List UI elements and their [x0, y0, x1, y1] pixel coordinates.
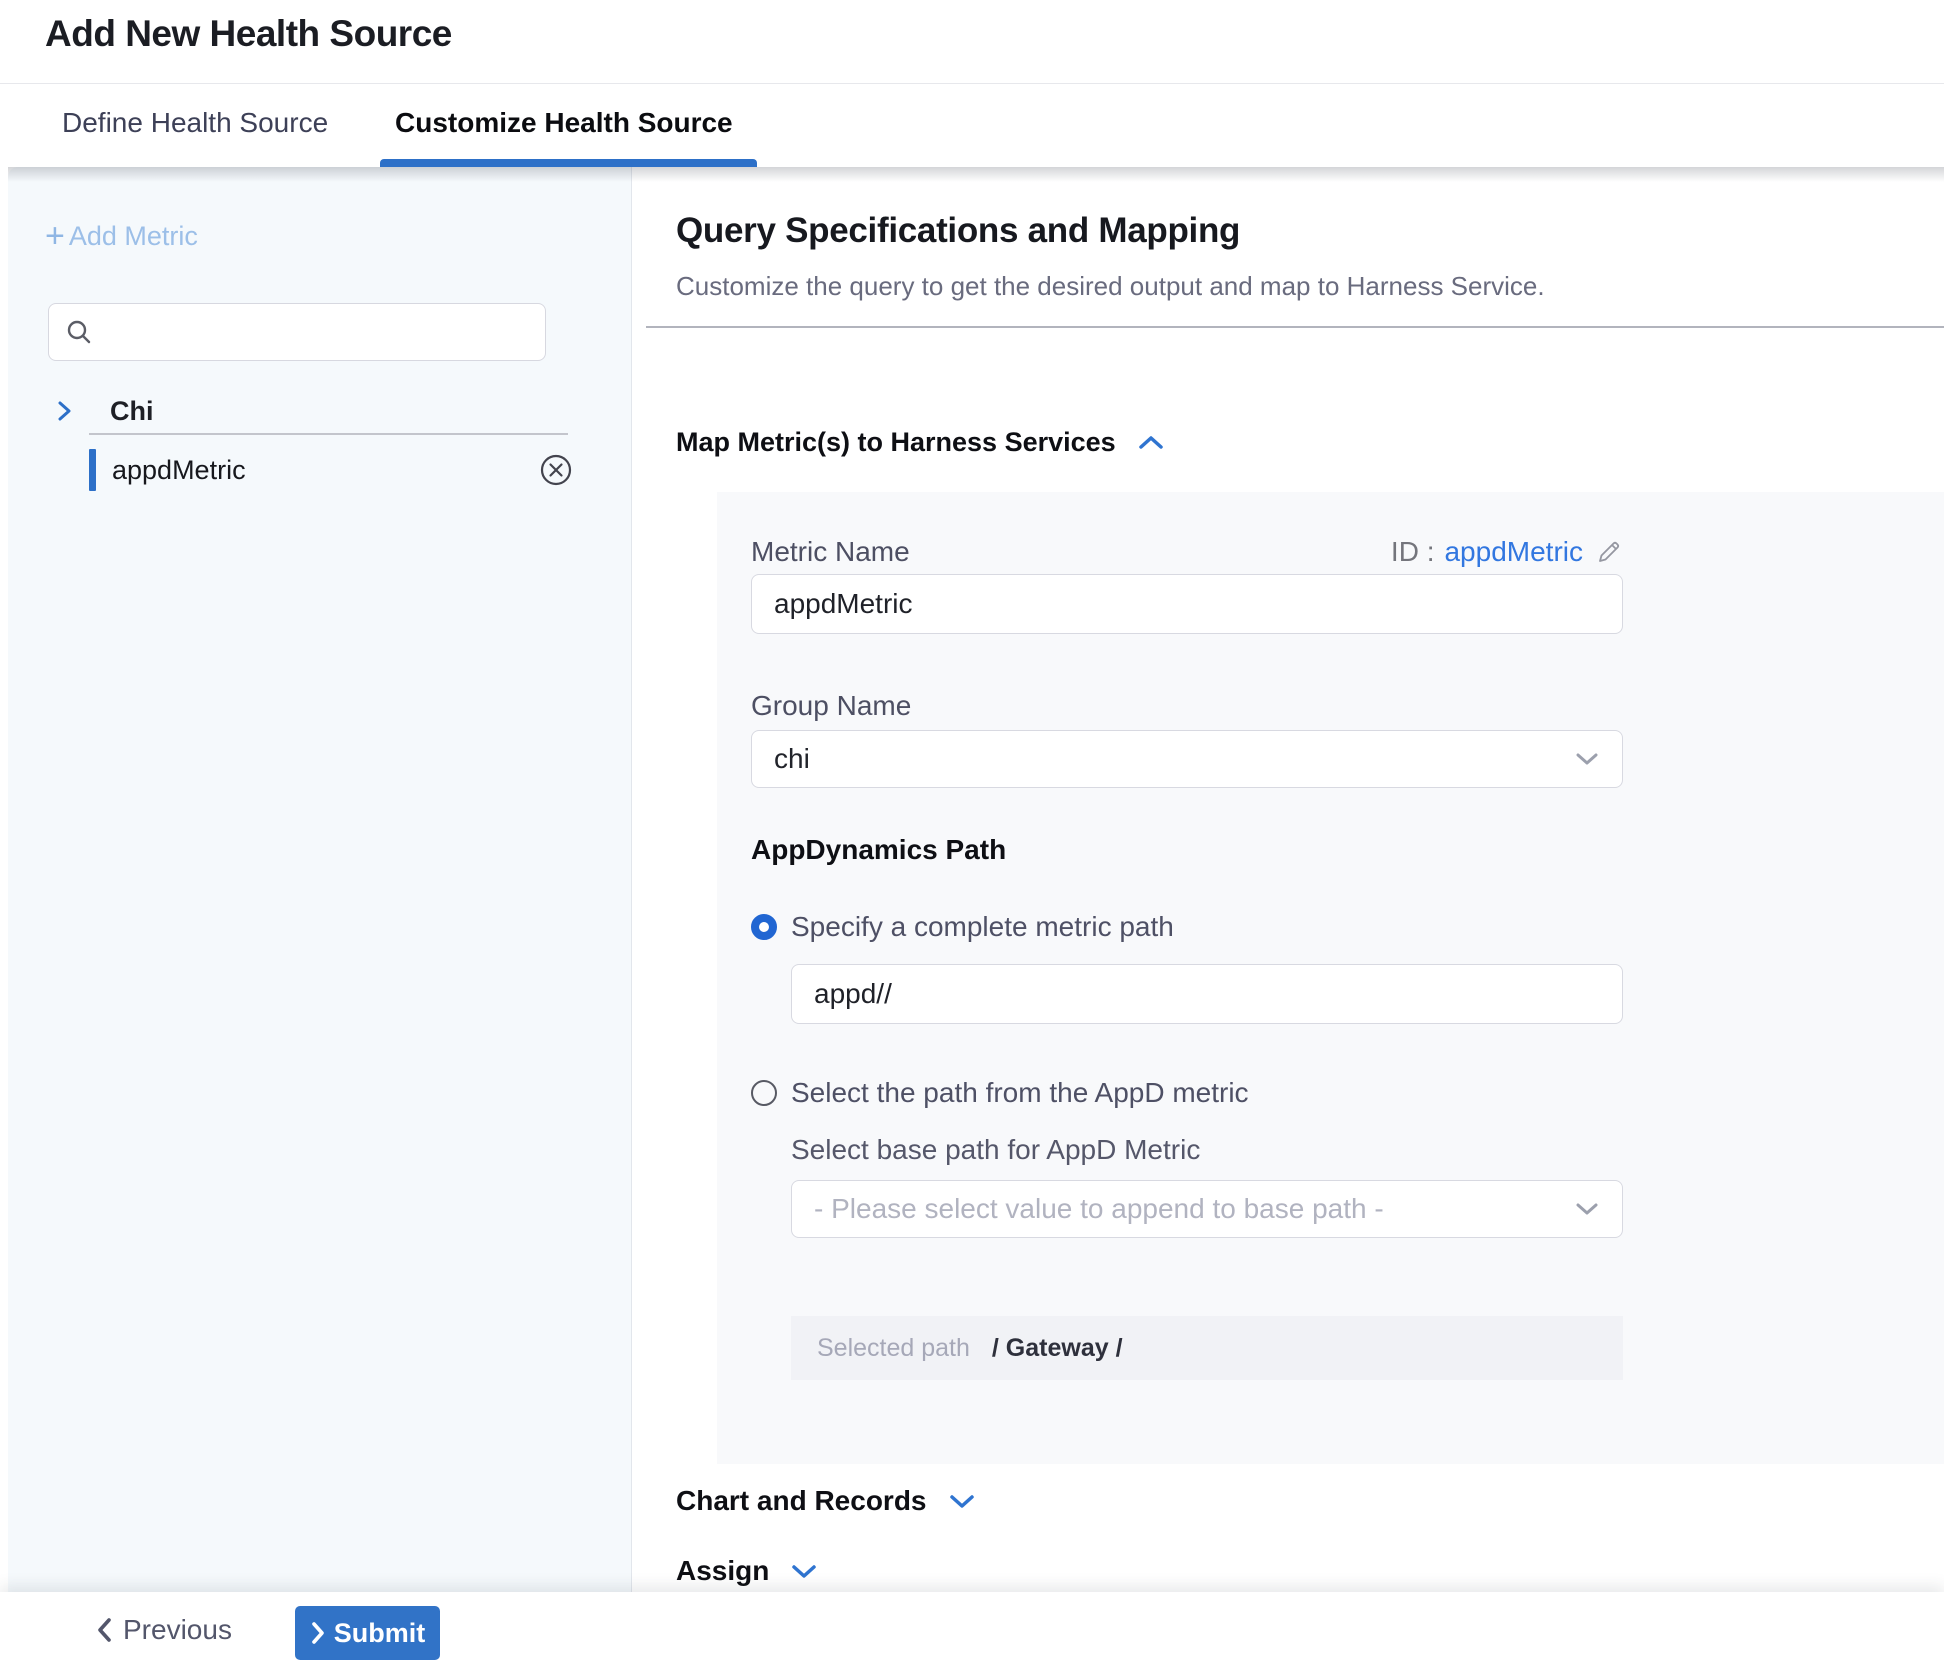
- metric-search-box: [48, 303, 546, 361]
- tab-bar: Define Health Source Customize Health So…: [0, 85, 1944, 167]
- selected-path-strip: Selected path / Gateway /: [791, 1316, 1623, 1380]
- base-path-label: Select base path for AppD Metric: [791, 1134, 1623, 1168]
- radio-complete-metric-path[interactable]: Specify a complete metric path: [751, 912, 1623, 942]
- metric-group-label: Chi: [110, 396, 154, 427]
- id-label: ID :: [1391, 536, 1435, 568]
- metric-name-input[interactable]: [751, 574, 1623, 634]
- complete-metric-path-input[interactable]: [791, 964, 1623, 1024]
- id-value-link[interactable]: appdMetric: [1444, 536, 1583, 568]
- map-metrics-section-header[interactable]: Map Metric(s) to Harness Services: [676, 427, 1166, 458]
- group-name-select[interactable]: chi: [751, 730, 1623, 788]
- metric-group-row[interactable]: Chi: [8, 389, 631, 433]
- assign-section-header[interactable]: Assign: [676, 1555, 819, 1587]
- selected-indicator: [89, 449, 96, 491]
- active-tab-underline: [380, 159, 757, 167]
- chevron-up-icon[interactable]: [1136, 433, 1166, 453]
- radio-unselected-icon[interactable]: [751, 1080, 777, 1106]
- map-metrics-form-panel: Metric Name ID : appdMetric: [717, 492, 1944, 1464]
- radio-select-path-label: Select the path from the AppD metric: [791, 1077, 1249, 1109]
- delete-metric-icon[interactable]: [538, 452, 574, 488]
- metric-search-input[interactable]: [105, 317, 525, 348]
- group-name-label: Group Name: [751, 690, 1623, 724]
- plus-icon: +: [45, 223, 65, 250]
- chevron-right-icon[interactable]: [52, 399, 76, 423]
- page-heading: Query Specifications and Mapping: [676, 211, 1240, 251]
- submit-button[interactable]: Submit: [295, 1606, 440, 1660]
- query-spec-panel: Query Specifications and Mapping Customi…: [633, 167, 1944, 1592]
- search-icon: [65, 318, 93, 346]
- chevron-down-icon: [1574, 1201, 1600, 1217]
- tab-customize-health-source[interactable]: Customize Health Source: [395, 107, 733, 139]
- selected-path-value: / Gateway /: [992, 1334, 1123, 1363]
- group-name-value: chi: [774, 743, 810, 775]
- chart-records-section-header[interactable]: Chart and Records: [676, 1485, 977, 1517]
- metrics-sidebar: + Add Metric Chi: [8, 167, 632, 1592]
- chevron-right-icon: [310, 1621, 326, 1645]
- chevron-left-icon: [95, 1617, 113, 1643]
- map-metrics-section-title: Map Metric(s) to Harness Services: [676, 427, 1116, 458]
- page-subheading: Customize the query to get the desired o…: [676, 271, 1545, 302]
- chevron-down-icon: [1574, 751, 1600, 767]
- base-path-select[interactable]: - Please select value to append to base …: [791, 1180, 1623, 1238]
- metric-item-label: appdMetric: [112, 455, 246, 486]
- metric-list-item[interactable]: appdMetric: [8, 448, 631, 492]
- previous-button[interactable]: Previous: [95, 1592, 232, 1668]
- previous-label: Previous: [123, 1614, 232, 1646]
- chevron-down-icon[interactable]: [947, 1491, 977, 1511]
- metric-name-label: Metric Name: [751, 536, 910, 568]
- dialog-footer: Previous Submit: [0, 1592, 1944, 1668]
- radio-complete-path-label: Specify a complete metric path: [791, 911, 1174, 943]
- edit-pencil-icon[interactable]: [1595, 538, 1623, 566]
- submit-label: Submit: [334, 1618, 426, 1649]
- page-title: Add New Health Source: [45, 13, 452, 55]
- metric-id-row: ID : appdMetric: [1391, 536, 1623, 568]
- dialog-body: + Add Metric Chi: [0, 167, 1944, 1592]
- add-metric-label: Add Metric: [69, 221, 198, 252]
- radio-selected-icon[interactable]: [751, 914, 777, 940]
- content-divider: [646, 326, 1944, 328]
- chevron-down-icon[interactable]: [789, 1561, 819, 1581]
- dialog-header: Add New Health Source: [0, 0, 1944, 84]
- assign-title: Assign: [676, 1555, 769, 1587]
- metric-name-label-row: Metric Name ID : appdMetric: [751, 534, 1623, 568]
- chart-records-title: Chart and Records: [676, 1485, 927, 1517]
- selected-path-label: Selected path: [817, 1334, 970, 1363]
- add-health-source-dialog: Add New Health Source Define Health Sour…: [0, 0, 1944, 1668]
- radio-select-appd-path[interactable]: Select the path from the AppD metric: [751, 1078, 1623, 1108]
- base-path-placeholder: - Please select value to append to base …: [814, 1193, 1384, 1225]
- sidebar-divider: [89, 433, 568, 435]
- appdynamics-path-title: AppDynamics Path: [751, 834, 1623, 870]
- tab-define-health-source[interactable]: Define Health Source: [62, 107, 328, 139]
- add-metric-button[interactable]: + Add Metric: [45, 221, 198, 252]
